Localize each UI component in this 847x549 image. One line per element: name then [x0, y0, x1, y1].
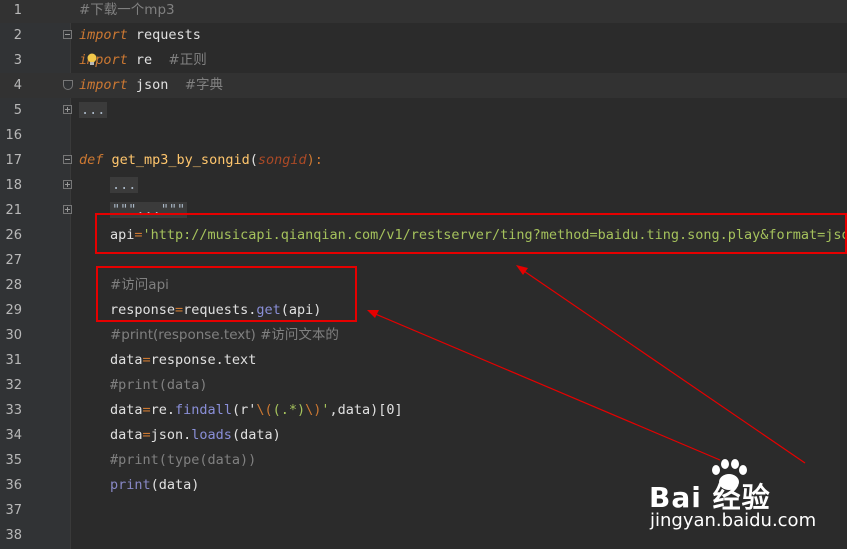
call-args: ,data)[0] [329, 402, 403, 418]
module-name: json [127, 77, 185, 93]
folded-block[interactable]: ... [110, 177, 139, 193]
code-line[interactable]: 16 [0, 123, 847, 148]
fold-expand-icon[interactable] [63, 205, 72, 214]
fold-toggle-icon[interactable] [63, 155, 72, 164]
line-number: 38 [5, 528, 22, 543]
line-number: 1 [13, 3, 22, 18]
line-number: 21 [5, 203, 22, 218]
comment: #print(response.text) #访问文本的 [110, 327, 339, 343]
variable: data [110, 402, 143, 418]
regex-escape: \( [256, 402, 273, 418]
code-text: data=re.findall(r'\((.*)\)',data)[0] [110, 398, 403, 423]
fold-toggle-icon[interactable] [63, 30, 72, 39]
code-line[interactable]: 1 #下载一个mp3 [0, 0, 847, 23]
line-number: 29 [5, 303, 22, 318]
module-ref: re. [150, 402, 176, 418]
line-number: 27 [5, 253, 22, 268]
regex-escape: \) [305, 402, 322, 418]
code-text: print(data) [110, 473, 199, 498]
line-number: 32 [5, 378, 22, 393]
fold-expand-icon[interactable] [63, 105, 72, 114]
line-number: 35 [5, 453, 22, 468]
code-line[interactable]: 3 import re #正则 [0, 48, 847, 73]
line-number: 31 [5, 353, 22, 368]
line-number: 16 [5, 128, 22, 143]
line-number: 33 [5, 403, 22, 418]
punctuation: ): [306, 152, 323, 168]
string-quote: ' [321, 402, 330, 418]
code-text: data=json.loads(data) [110, 423, 281, 448]
annotation-box-api-url [95, 213, 847, 254]
code-line[interactable]: 5 ... [0, 98, 847, 123]
code-text: data=response.text [110, 348, 256, 373]
operator: = [142, 402, 151, 418]
line-number: 28 [5, 278, 22, 293]
comment: #下载一个mp3 [79, 2, 175, 18]
module-ref: json. [150, 427, 192, 443]
line-number: 37 [5, 503, 22, 518]
lightbulb-icon[interactable] [85, 52, 99, 66]
code-line[interactable]: 2 import requests [0, 23, 847, 48]
code-text: import requests [79, 23, 201, 48]
line-number: 3 [13, 53, 22, 68]
code-line[interactable]: 17 def get_mp3_by_songid(songid): [0, 148, 847, 173]
line-number: 26 [5, 228, 22, 243]
method-call: findall [175, 402, 232, 418]
regex-group: (.*) [272, 402, 306, 418]
folded-block[interactable]: ... [79, 102, 108, 118]
builtin-function: print [110, 477, 151, 493]
baidu-jingyan-watermark: Bai 经验 jingyan.baidu.com [645, 458, 840, 543]
keyword: def [79, 152, 104, 168]
code-line[interactable]: 33 data=re.findall(r'\((.*)\)',data)[0] [0, 398, 847, 423]
parameter: songid [257, 152, 307, 168]
comment: #字典 [184, 77, 223, 93]
comment: #print(data) [110, 377, 208, 393]
module-name: requests [127, 27, 201, 43]
line-number: 30 [5, 328, 22, 343]
operator: = [142, 427, 151, 443]
code-line[interactable]: 32 #print(data) [0, 373, 847, 398]
line-number: 17 [5, 153, 22, 168]
code-line[interactable]: 31 data=response.text [0, 348, 847, 373]
attribute-ref: response.text [150, 352, 257, 368]
code-text: ... [79, 98, 108, 123]
method-call: loads [191, 427, 232, 443]
variable: data [110, 352, 143, 368]
comment: #正则 [168, 52, 207, 68]
line-number: 4 [13, 78, 22, 93]
code-text: def get_mp3_by_songid(songid): [79, 152, 323, 168]
line-number: 2 [13, 28, 22, 43]
operator: = [142, 352, 151, 368]
code-line[interactable]: 30 #print(response.text) #访问文本的 [0, 323, 847, 348]
code-line[interactable]: 18 ... [0, 173, 847, 198]
code-line[interactable]: 34 data=json.loads(data) [0, 423, 847, 448]
line-number: 34 [5, 428, 22, 443]
fold-expand-icon[interactable] [63, 180, 72, 189]
keyword: import [79, 77, 128, 93]
module-name: re [127, 52, 169, 68]
watermark-url: jingyan.baidu.com [650, 510, 817, 531]
keyword: import [79, 27, 128, 43]
line-number: 18 [5, 178, 22, 193]
code-text: ... [110, 173, 139, 198]
line-number: 5 [13, 103, 22, 118]
annotation-box-request [96, 266, 357, 322]
fold-end-icon[interactable] [63, 80, 73, 90]
call-args: (data) [150, 477, 200, 493]
call-args: (data) [231, 427, 281, 443]
code-text: import json #字典 [79, 73, 223, 98]
code-line[interactable]: 4 import json #字典 [0, 73, 847, 98]
comment: #print(type(data)) [110, 452, 257, 468]
function-name: get_mp3_by_songid [111, 152, 250, 168]
call-open: (r' [231, 402, 257, 418]
line-number: 36 [5, 478, 22, 493]
variable: data [110, 427, 143, 443]
